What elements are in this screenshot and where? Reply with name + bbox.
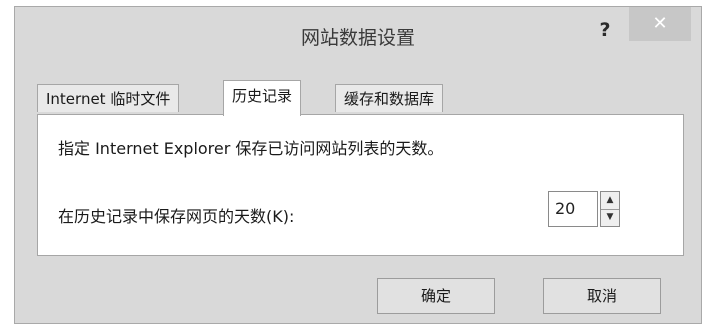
title-bar: 网站数据设置 ? ✕ — [15, 7, 701, 63]
stepper-buttons: ▲ ▼ — [600, 191, 620, 227]
chevron-down-icon: ▼ — [606, 212, 614, 222]
tab-caches-and-databases[interactable]: 缓存和数据库 — [335, 84, 444, 112]
tab-bar: Internet 临时文件 历史记录 缓存和数据库 — [37, 80, 681, 116]
days-input[interactable]: 20 — [548, 191, 598, 227]
stepper-up-button[interactable]: ▲ — [601, 192, 619, 210]
cancel-button[interactable]: 取消 — [543, 278, 661, 314]
days-stepper: 20 ▲ ▼ — [534, 191, 628, 229]
days-label: 在历史记录中保存网页的天数(K): — [58, 207, 295, 226]
stepper-down-button[interactable]: ▼ — [601, 209, 619, 226]
close-button[interactable]: ✕ — [629, 7, 691, 41]
history-description: 指定 Internet Explorer 保存已访问网站列表的天数。 — [58, 139, 444, 158]
chevron-up-icon: ▲ — [606, 195, 614, 205]
tab-history[interactable]: 历史记录 — [223, 80, 302, 116]
help-button[interactable]: ? — [587, 15, 623, 45]
history-panel: 指定 Internet Explorer 保存已访问网站列表的天数。 在历史记录… — [37, 114, 684, 256]
close-icon: ✕ — [652, 13, 668, 34]
settings-dialog: 网站数据设置 ? ✕ Internet 临时文件 历史记录 缓存和数据库 指定 … — [14, 6, 702, 324]
tab-temporary-internet-files[interactable]: Internet 临时文件 — [37, 84, 180, 112]
ok-button[interactable]: 确定 — [377, 278, 495, 314]
